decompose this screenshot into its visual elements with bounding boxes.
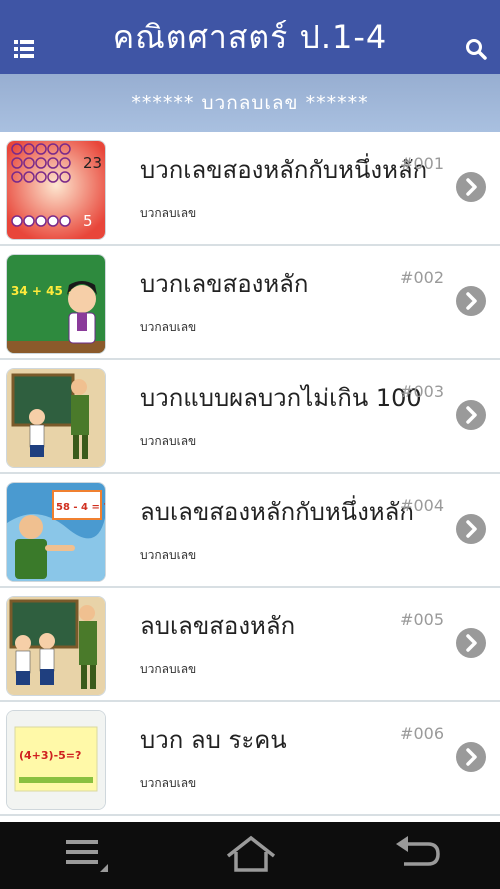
lesson-number: #006 [400,724,444,743]
category-label: ****** บวกลบเลข ****** [131,92,369,114]
category-banner: ****** บวกลบเลข ****** [0,74,500,132]
back-icon[interactable] [392,834,442,880]
lesson-title: บวกเลขสองหลักกับหนึ่งหลัก [140,156,428,184]
page-title: คณิตศาสตร์ ป.1-4 [112,17,388,56]
thumb-equation: 58 - 4 = ? [56,502,105,513]
lesson-category: บวกลบเลข [140,662,197,676]
lesson-thumbnail [6,368,106,468]
chevron-right-icon[interactable] [456,628,486,658]
lesson-title: ลบเลขสองหลัก [140,612,296,640]
lesson-number: #001 [400,154,444,173]
lesson-number: #003 [400,382,444,401]
chevron-right-icon[interactable] [456,286,486,316]
lesson-number: #002 [400,268,444,287]
list-item[interactable]: 34 + 45 = ? บวกเลขสองหลัก บวกลบเลข #002 [0,246,500,360]
lesson-title: บวกเลขสองหลัก [140,270,309,298]
chevron-right-icon[interactable] [456,742,486,772]
home-icon[interactable] [224,834,278,880]
thumb-number-top: 23 [83,154,102,172]
lesson-thumbnail: 34 + 45 = ? [6,254,106,354]
lesson-number: #004 [400,496,444,515]
menu-icon[interactable] [62,834,112,880]
lesson-thumbnail: 58 - 4 = ? [6,482,106,582]
lesson-category: บวกลบเลข [140,548,197,562]
lesson-title: บวก ลบ ระคน [140,726,287,754]
lesson-category: บวกลบเลข [140,776,197,790]
list-item[interactable]: (4+3)-5=? บวก ลบ ระคน บวกลบเลข #006 [0,702,500,816]
lesson-category: บวกลบเลข [140,434,197,448]
chevron-right-icon[interactable] [456,400,486,430]
lesson-thumbnail: (4+3)-5=? [6,710,106,810]
system-nav-bar [0,822,500,889]
list-item[interactable]: บวกแบบผลบวกไม่เกิน 100 บวกลบเลข #003 [0,360,500,474]
thumb-number-bottom: 5 [83,212,93,230]
lesson-title: ลบเลขสองหลักกับหนึ่งหลัก [140,498,414,526]
lesson-category: บวกลบเลข [140,206,197,220]
app-header: คณิตศาสตร์ ป.1-4 [0,0,500,74]
lesson-category: บวกลบเลข [140,320,197,334]
chevron-right-icon[interactable] [456,172,486,202]
thumb-equation: (4+3)-5=? [19,749,81,762]
search-icon[interactable] [464,37,488,61]
lesson-thumbnail: 23 5 [6,140,106,240]
lesson-number: #005 [400,610,444,629]
list-item[interactable]: 58 - 4 = ? ลบเลขสองหลักกับหนึ่งหลัก บวกล… [0,474,500,588]
lesson-list[interactable]: 23 5 บวกเลขสองหลักกับหนึ่งหลัก บวกลบเลข … [0,132,500,822]
lesson-title: บวกแบบผลบวกไม่เกิน 100 [140,384,422,412]
list-item[interactable]: 23 5 บวกเลขสองหลักกับหนึ่งหลัก บวกลบเลข … [0,132,500,246]
list-item[interactable]: ลบเลขสองหลัก บวกลบเลข #005 [0,588,500,702]
chevron-right-icon[interactable] [456,514,486,544]
lesson-thumbnail [6,596,106,696]
